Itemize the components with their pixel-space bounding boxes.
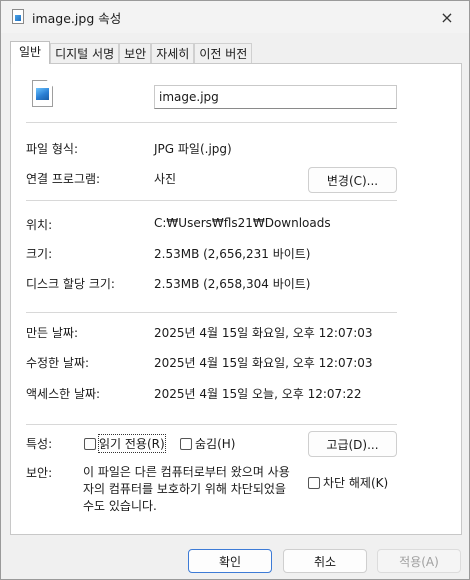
- hidden-checkbox[interactable]: 숨김(H): [180, 435, 235, 452]
- advanced-button[interactable]: 고급(D)...: [308, 431, 397, 457]
- tab-bar: 일반 디지털 서명 보안 자세히 이전 버전: [10, 41, 253, 64]
- general-panel: 파일 형식: JPG 파일(.jpg) 연결 프로그램: 사진 변경(C)...…: [10, 63, 462, 535]
- accessed-label: 액세스한 날짜:: [26, 387, 101, 401]
- close-icon[interactable]: ×: [427, 1, 467, 33]
- cancel-button[interactable]: 취소: [283, 549, 367, 573]
- apply-button[interactable]: 적용(A): [377, 549, 461, 573]
- open-with-label: 연결 프로그램:: [26, 172, 101, 186]
- modified-label: 수정한 날짜:: [26, 356, 90, 370]
- size-value: 2.53MB (2,656,231 바이트): [154, 247, 311, 261]
- tab-previous-versions[interactable]: 이전 버전: [194, 43, 253, 63]
- open-with-value: 사진: [154, 172, 177, 186]
- divider: [26, 122, 397, 123]
- tab-digital-signatures[interactable]: 디지털 서명: [50, 43, 120, 63]
- readonly-label: 읽기 전용(R): [98, 434, 166, 453]
- tab-general[interactable]: 일반: [10, 41, 51, 64]
- security-message: 이 파일은 다른 컴퓨터로부터 왔으며 사용자의 컴퓨터를 보호하기 위해 차단…: [83, 465, 290, 513]
- tab-details[interactable]: 자세히: [151, 43, 195, 63]
- hidden-label: 숨김(H): [195, 437, 236, 451]
- file-type-value: JPG 파일(.jpg): [154, 142, 232, 156]
- readonly-checkbox-box[interactable]: [84, 437, 96, 450]
- properties-dialog: image.jpg 속성 × 일반 디지털 서명 보안 자세히 이전 버전 파일…: [0, 0, 470, 580]
- size-on-disk-value: 2.53MB (2,658,304 바이트): [154, 277, 311, 291]
- readonly-checkbox[interactable]: 읽기 전용(R): [84, 434, 166, 453]
- location-value: C:₩Users₩fls21₩Downloads: [154, 216, 331, 230]
- file-name-input[interactable]: [154, 85, 397, 109]
- divider: [26, 312, 397, 313]
- unblock-label: 차단 해제(K): [323, 476, 389, 490]
- size-on-disk-label: 디스크 할당 크기:: [26, 277, 115, 291]
- unblock-checkbox-box[interactable]: [308, 476, 320, 489]
- created-value: 2025년 4월 15일 화요일, 오후 12:07:03: [154, 326, 373, 340]
- security-label: 보안:: [26, 466, 53, 480]
- accessed-value: 2025년 4월 15일 오늘, 오후 12:07:22: [154, 387, 362, 401]
- ok-button[interactable]: 확인: [188, 549, 272, 573]
- unblock-checkbox[interactable]: 차단 해제(K): [308, 474, 388, 491]
- hidden-checkbox-box[interactable]: [180, 437, 192, 450]
- change-button[interactable]: 변경(C)...: [308, 167, 397, 193]
- created-label: 만든 날짜:: [26, 326, 79, 340]
- modified-value: 2025년 4월 15일 화요일, 오후 12:07:03: [154, 356, 373, 370]
- attributes-label: 특성:: [26, 437, 53, 451]
- image-file-icon: [12, 9, 24, 24]
- title-bar: image.jpg 속성 ×: [1, 1, 469, 33]
- file-type-label: 파일 형식:: [26, 142, 79, 156]
- divider: [26, 424, 397, 425]
- location-label: 위치:: [26, 218, 53, 232]
- image-thumbnail-icon: [36, 88, 49, 100]
- size-label: 크기:: [26, 247, 53, 261]
- divider: [26, 200, 397, 201]
- window-title: image.jpg 속성: [32, 11, 122, 26]
- tab-security[interactable]: 보안: [119, 43, 152, 63]
